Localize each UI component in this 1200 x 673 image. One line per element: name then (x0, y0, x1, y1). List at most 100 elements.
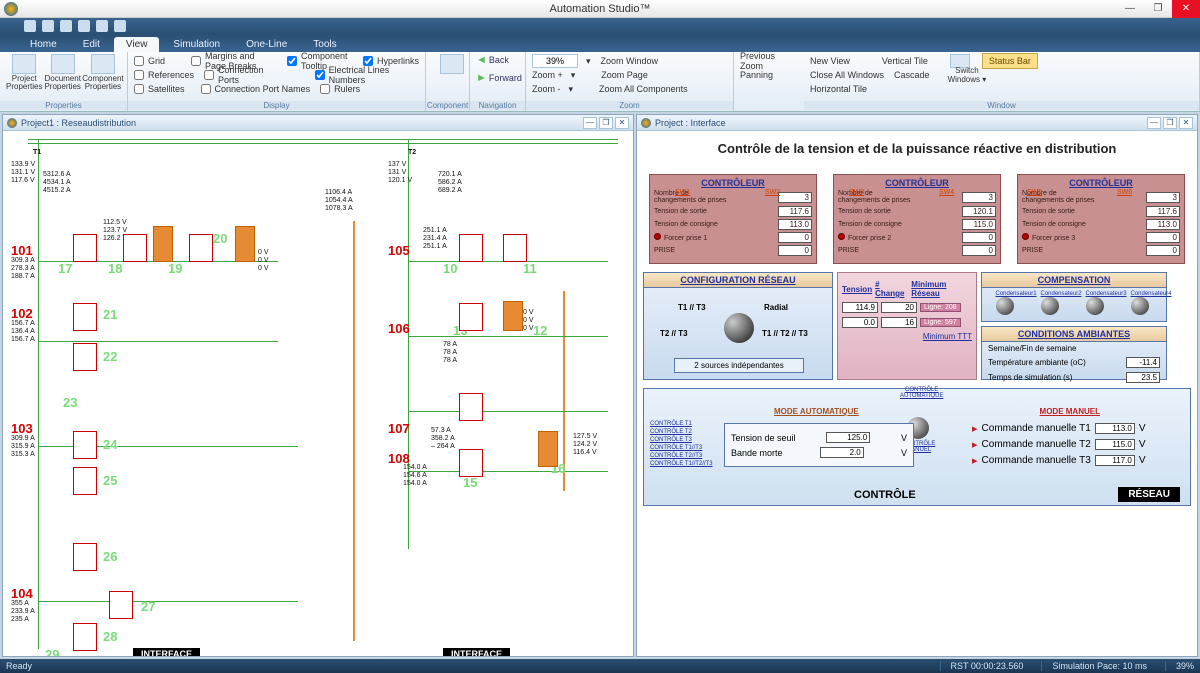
c2-nchg-value[interactable]: 3 (962, 192, 996, 203)
pane-min-button[interactable]: — (583, 117, 597, 129)
c1-tcons-value[interactable]: 113.0 (778, 219, 812, 230)
man-t2-value[interactable]: 115.0 (1095, 439, 1135, 450)
c3-force-value[interactable]: 0 (1146, 232, 1180, 243)
condensateur-4-toggle[interactable] (1131, 297, 1149, 315)
c1-tsort-value[interactable]: 117.6 (778, 206, 812, 217)
bande-value[interactable]: 2.0 (820, 447, 864, 458)
c3-nchg-value[interactable]: 3 (1146, 192, 1180, 203)
reseau-button[interactable]: RÉSEAU (1118, 487, 1180, 502)
c1-nchg-value[interactable]: 3 (778, 192, 812, 203)
tension-c2[interactable]: 16 (881, 317, 917, 328)
zoom-plus-button[interactable]: Zoom + (532, 70, 563, 80)
electrical-lines-checkbox[interactable] (315, 70, 325, 80)
component-box[interactable] (459, 303, 483, 331)
schematic-canvas[interactable]: T1 T2 133.9 V 131.1 V 117.6 V 5312.6 A 4… (3, 131, 633, 656)
connection-ports-checkbox[interactable] (204, 70, 214, 80)
component-button[interactable] (432, 54, 472, 75)
tab-view[interactable]: View (114, 37, 160, 52)
back-button[interactable]: ◄Back (476, 54, 519, 66)
zoom-all-button[interactable]: Zoom All Components (599, 84, 688, 94)
component-box[interactable] (73, 467, 97, 495)
qat-stop-icon[interactable] (114, 20, 126, 32)
condensateur-3-toggle[interactable] (1086, 297, 1104, 315)
c2-tsort-value[interactable]: 120.1 (962, 206, 996, 217)
tab-oneline[interactable]: One-Line (234, 37, 299, 52)
grid-checkbox[interactable] (134, 56, 144, 66)
component-properties-button[interactable]: Component Properties (83, 54, 123, 91)
ctrl-link-t2[interactable]: CONTRÔLE T2 (650, 429, 713, 435)
references-checkbox[interactable] (134, 70, 144, 80)
component-box[interactable] (123, 234, 147, 262)
sources-button[interactable]: 2 sources indépendantes (674, 358, 804, 373)
ctrl-link-t1[interactable]: CONTRÔLE T1 (650, 421, 713, 427)
c3-tcons-value[interactable]: 113.0 (1146, 219, 1180, 230)
component-box[interactable] (73, 303, 97, 331)
c3-prise-value[interactable]: 0 (1146, 245, 1180, 256)
component-box[interactable] (459, 234, 483, 262)
new-view-button[interactable]: New View (810, 56, 850, 66)
qat-pause-icon[interactable] (96, 20, 108, 32)
c1-force-value[interactable]: 0 (778, 232, 812, 243)
condensateur-2-toggle[interactable] (1041, 297, 1059, 315)
pane-max-button[interactable]: ❐ (599, 117, 613, 129)
tooltip-checkbox[interactable] (287, 56, 297, 66)
condensateur-1-toggle[interactable] (996, 297, 1014, 315)
component-box[interactable] (73, 623, 97, 651)
c3-tsort-value[interactable]: 117.6 (1146, 206, 1180, 217)
minimize-button[interactable]: — (1116, 0, 1144, 18)
seuil-value[interactable]: 125.0 (826, 432, 870, 443)
project-properties-button[interactable]: Project Properties (6, 54, 42, 91)
qat-save-icon[interactable] (24, 20, 36, 32)
ctrl-link-t2t3[interactable]: CONTRÔLE T2//T3 (650, 453, 713, 459)
config-selector-knob[interactable] (724, 313, 754, 343)
pane-close-button[interactable]: ✕ (615, 117, 629, 129)
zoom-percent-input[interactable] (532, 54, 578, 68)
cond-r3-value[interactable]: 23.5 (1126, 372, 1160, 383)
vertical-tile-button[interactable]: Vertical Tile (882, 56, 928, 66)
c2-force-value[interactable]: 0 (962, 232, 996, 243)
qat-run-icon[interactable] (78, 20, 90, 32)
margins-checkbox[interactable] (191, 56, 201, 66)
ligne-597-button[interactable]: Ligne: 597 (920, 318, 961, 327)
ctrl-link-t3[interactable]: CONTRÔLE T3 (650, 437, 713, 443)
component-box[interactable] (189, 234, 213, 262)
status-bar-toggle[interactable]: Status Bar (982, 53, 1038, 69)
satellites-checkbox[interactable] (134, 84, 144, 94)
ctrl-link-t1t3[interactable]: CONTRÔLE T1//T3 (650, 445, 713, 451)
close-all-windows-button[interactable]: Close All Windows (810, 70, 884, 80)
man-t3-value[interactable]: 117.0 (1095, 455, 1135, 466)
zoom-minus-button[interactable]: Zoom - (532, 84, 561, 94)
component-box[interactable] (73, 234, 97, 262)
port-names-checkbox[interactable] (201, 84, 211, 94)
pane-min-button[interactable]: — (1147, 117, 1161, 129)
component-transformer[interactable] (235, 226, 255, 262)
maximize-button[interactable]: ❐ (1144, 0, 1172, 18)
c2-tcons-value[interactable]: 115.0 (962, 219, 996, 230)
component-box[interactable] (73, 343, 97, 371)
component-box[interactable] (109, 591, 133, 619)
man-t1-value[interactable]: 113.0 (1095, 423, 1135, 434)
component-box[interactable] (73, 543, 97, 571)
component-box[interactable] (503, 234, 527, 262)
pane-close-button[interactable]: ✕ (1179, 117, 1193, 129)
document-properties-button[interactable]: Document Properties (44, 54, 80, 91)
ctrl-link-t1t2t3[interactable]: CONTRÔLE T1//T2//T3 (650, 461, 713, 467)
component-transformer[interactable] (538, 431, 558, 467)
forward-button[interactable]: ►Forward (476, 72, 519, 84)
hmi-canvas[interactable]: Contrôle de la tension et de la puissanc… (637, 131, 1197, 656)
tension-v2[interactable]: 0.0 (842, 317, 878, 328)
component-box[interactable] (459, 449, 483, 477)
qat-undo-icon[interactable] (42, 20, 54, 32)
c1-prise-value[interactable]: 0 (778, 245, 812, 256)
component-box[interactable] (459, 393, 483, 421)
component-box[interactable] (73, 431, 97, 459)
tab-edit[interactable]: Edit (71, 37, 112, 52)
cascade-button[interactable]: Cascade (894, 70, 930, 80)
zoom-page-button[interactable]: Zoom Page (601, 70, 648, 80)
qat-redo-icon[interactable] (60, 20, 72, 32)
component-transformer[interactable] (503, 301, 523, 331)
tab-simulation[interactable]: Simulation (161, 37, 232, 52)
tab-tools[interactable]: Tools (301, 37, 348, 52)
component-transformer[interactable] (153, 226, 173, 262)
ligne-208-button[interactable]: Ligne: 208 (920, 303, 961, 312)
